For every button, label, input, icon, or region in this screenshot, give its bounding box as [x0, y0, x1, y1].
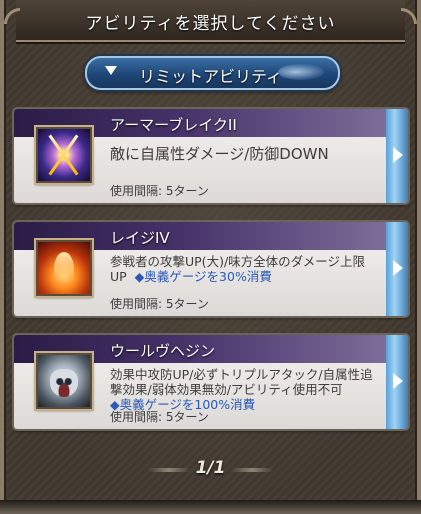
- armor-break-icon: [36, 127, 92, 183]
- ability-cooldown: 使用間隔: 5ターン: [110, 184, 209, 198]
- ability-item-armor-break[interactable]: アーマーブレイクII 敵に自属性ダメージ/防御DOWN 使用間隔: 5ターン: [14, 109, 408, 203]
- ability-type-label: リミットアビリティ: [139, 67, 283, 86]
- arrow-right-icon: [393, 147, 403, 163]
- dialog-title: アビリティを選択してください: [85, 14, 336, 34]
- ability-item-rage[interactable]: レイジIV 参戦者の攻撃UP(大)/味方全体のダメージ上限UP ◆奥義ゲージを3…: [14, 222, 408, 316]
- bottom-border: [0, 500, 421, 514]
- ability-description: 敵に自属性ダメージ/防御DOWN: [110, 145, 329, 163]
- ability-description: 参戦者の攻撃UP(大)/味方全体のダメージ上限UP ◆奥義ゲージを30%消費: [110, 254, 366, 284]
- ability-item-wolf[interactable]: ウールヴヘジン 効果中攻防UP/必ずトリプルアタック/自属性追撃効果/弱体効果無…: [14, 335, 408, 429]
- arrow-right-icon: [393, 260, 403, 276]
- ability-name: ウールヴヘジン: [110, 342, 216, 360]
- ability-description: 効果中攻防UP/必ずトリプルアタック/自属性追撃効果/弱体効果無効/アビリティ使…: [110, 367, 373, 412]
- pager-right-ornament-icon: [231, 468, 273, 472]
- page-indicator: 1/1: [195, 458, 226, 478]
- ability-select-button[interactable]: [386, 109, 408, 203]
- ability-name: アーマーブレイクII: [110, 116, 237, 134]
- ability-cooldown: 使用間隔: 5ターン: [110, 297, 209, 311]
- pager-left-ornament-icon: [148, 468, 190, 472]
- pager: 1/1: [0, 458, 421, 482]
- ability-select-button[interactable]: [386, 222, 408, 316]
- ability-cooldown: 使用間隔: 5ターン: [110, 410, 209, 424]
- ability-cost: ◆奥義ゲージを30%消費: [134, 269, 272, 284]
- dialog-frame: アビリティを選択してください リミットアビリティ アーマーブレイクII 敵に自属…: [0, 0, 421, 514]
- arrow-right-icon: [393, 373, 403, 389]
- title-bar: アビリティを選択してください: [16, 0, 405, 42]
- wolf-icon: [36, 353, 92, 409]
- ability-name: レイジIV: [110, 229, 170, 247]
- chevron-down-icon: [105, 66, 117, 75]
- swirl-decoration-icon: [278, 64, 324, 80]
- ability-type-dropdown[interactable]: リミットアビリティ: [85, 56, 340, 90]
- rage-icon: [36, 240, 92, 296]
- ability-select-button[interactable]: [386, 335, 408, 429]
